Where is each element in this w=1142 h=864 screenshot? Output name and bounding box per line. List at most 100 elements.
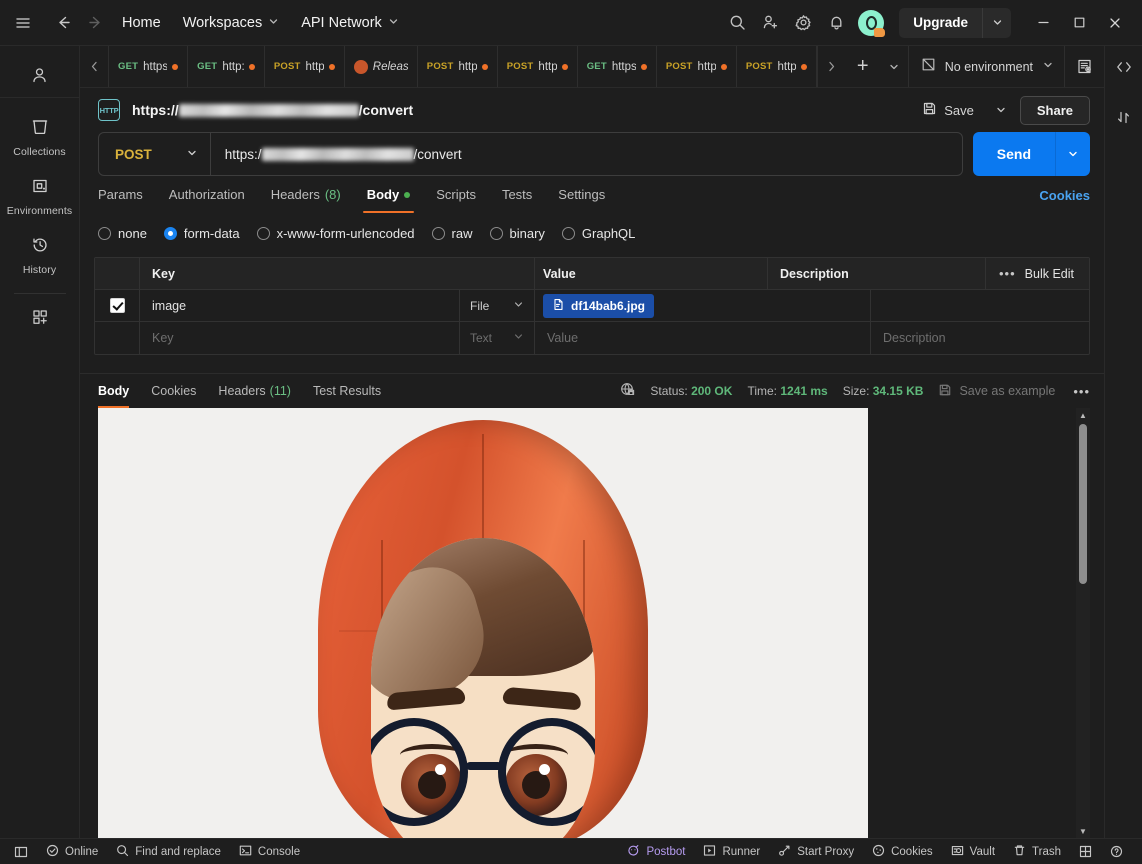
console-button[interactable]: Console (230, 844, 309, 860)
window-maximize-button[interactable] (1062, 7, 1096, 39)
send-button[interactable]: Send (972, 132, 1055, 176)
sidebar-toggle-icon[interactable] (10, 845, 37, 859)
nav-api-network[interactable]: API Network (291, 11, 409, 35)
scrollbar-thumb[interactable] (1079, 424, 1087, 584)
settings-gear-icon[interactable] (788, 8, 818, 38)
tab-params[interactable]: Params (98, 179, 156, 211)
scrollbar-track[interactable] (1076, 422, 1090, 824)
tab-scripts[interactable]: Scripts (423, 179, 489, 211)
request-tab[interactable]: POST http (418, 46, 498, 87)
sidebar-item-environments[interactable]: Environments (0, 167, 79, 226)
request-tab[interactable]: GET http: (188, 46, 265, 87)
scroll-up-arrow-icon[interactable]: ▲ (1079, 408, 1087, 422)
window-close-button[interactable] (1098, 7, 1132, 39)
send-options-caret[interactable] (1056, 132, 1090, 176)
start-proxy-button[interactable]: Start Proxy (769, 844, 863, 860)
response-tab-test-results[interactable]: Test Results (302, 376, 392, 407)
row-value-file[interactable]: df14bab6.jpg (535, 290, 871, 321)
body-type-binary[interactable]: binary (489, 226, 545, 241)
save-as-example-button[interactable]: Save as example (938, 383, 1055, 400)
invite-user-icon[interactable] (755, 8, 785, 38)
body-type-raw[interactable]: raw (431, 226, 473, 241)
save-button[interactable]: Save (914, 96, 982, 124)
request-title[interactable]: https:// /convert (132, 102, 413, 118)
cookies-button[interactable]: Cookies (863, 844, 942, 860)
find-and-replace-button[interactable]: Find and replace (107, 844, 230, 860)
help-icon[interactable] (1101, 845, 1132, 858)
tab-list-dropdown-button[interactable] (880, 61, 908, 73)
row-description-placeholder[interactable]: Description (871, 322, 1089, 354)
response-tab-headers[interactable]: Headers (11) (207, 376, 302, 407)
nav-home[interactable]: Home (112, 11, 171, 35)
tab-authorization[interactable]: Authorization (156, 179, 258, 211)
new-tab-button[interactable]: + (846, 55, 880, 78)
response-more-options-icon[interactable]: ••• (1070, 384, 1090, 399)
response-scrollbar[interactable]: ▲ ▼ (1076, 408, 1090, 838)
tab-body[interactable]: Body (354, 179, 424, 213)
request-tab[interactable]: GET https (109, 46, 189, 87)
sidebar-item-collections[interactable]: Collections (0, 108, 79, 167)
sync-refresh-icon[interactable] (1115, 109, 1132, 131)
body-type-graphql[interactable]: GraphQL (561, 226, 635, 241)
row-key-input[interactable]: image (140, 290, 460, 321)
request-tab[interactable]: POST http (737, 46, 817, 87)
row-type-selector[interactable]: File (460, 290, 535, 321)
layout-grid-icon[interactable] (1070, 845, 1101, 858)
body-type-none[interactable]: none (98, 226, 147, 241)
url-input[interactable]: https:/ /convert (211, 147, 962, 162)
tabs-scroll-right-button[interactable] (818, 60, 846, 73)
tab-headers[interactable]: Headers (8) (258, 179, 354, 211)
window-minimize-button[interactable] (1026, 7, 1060, 39)
sidebar-item-history[interactable]: History (0, 226, 79, 285)
environment-quick-look-button[interactable] (1064, 46, 1104, 87)
request-tab[interactable]: GET https (578, 46, 657, 87)
bulk-edit-label[interactable]: Bulk Edit (1025, 267, 1074, 281)
scroll-down-arrow-icon[interactable]: ▼ (1079, 824, 1087, 838)
notifications-bell-icon[interactable] (821, 8, 851, 38)
nav-workspaces[interactable]: Workspaces (173, 11, 290, 35)
postbot-button[interactable]: Postbot (623, 844, 694, 860)
response-tab-body[interactable]: Body (98, 376, 140, 408)
sidebar-item-add-apps[interactable] (0, 298, 79, 341)
body-type-form-data[interactable]: form-data (163, 226, 240, 241)
request-tab[interactable]: POST http (498, 46, 578, 87)
request-tab[interactable]: POST http (265, 46, 345, 87)
tabs-scroll-left-button[interactable] (80, 46, 108, 87)
response-tab-cookies[interactable]: Cookies (140, 376, 207, 407)
tab-settings[interactable]: Settings (545, 179, 618, 211)
more-options-icon[interactable]: ••• (996, 266, 1016, 281)
row-description-input[interactable] (871, 290, 1089, 321)
rail-user-icon[interactable] (0, 54, 79, 98)
request-tab[interactable]: POST http (657, 46, 737, 87)
row-type-selector-placeholder[interactable]: Text (460, 322, 535, 354)
row-key-placeholder[interactable]: Key (140, 322, 460, 354)
save-options-caret[interactable] (988, 96, 1014, 124)
runner-button[interactable]: Runner (694, 844, 769, 860)
row-enabled-checkbox[interactable] (95, 290, 140, 321)
file-chip[interactable]: df14bab6.jpg (543, 293, 655, 318)
upgrade-dropdown-caret[interactable] (983, 8, 1011, 38)
bulk-edit-control[interactable]: ••• Bulk Edit (986, 258, 1089, 289)
row-value-placeholder[interactable]: Value (535, 322, 871, 354)
upgrade-button[interactable]: Upgrade (899, 8, 982, 38)
account-avatar[interactable] (858, 9, 886, 37)
share-button[interactable]: Share (1019, 95, 1090, 125)
environment-selector[interactable]: No environment (907, 46, 1064, 87)
request-tab-release[interactable]: Releas (345, 46, 418, 87)
trash-button[interactable]: Trash (1004, 844, 1070, 860)
body-type-urlencoded[interactable]: x-www-form-urlencoded (256, 226, 415, 241)
tab-tests[interactable]: Tests (489, 179, 545, 211)
forward-arrow-icon[interactable] (80, 8, 110, 38)
table-row[interactable]: image File df14bab6.jpg (95, 290, 1089, 322)
upgrade-control[interactable]: Upgrade (899, 7, 1011, 38)
row-enabled-checkbox-empty[interactable] (95, 322, 140, 354)
vault-button[interactable]: Vault (942, 844, 1004, 860)
send-control[interactable]: Send (972, 132, 1090, 176)
search-icon[interactable] (722, 8, 752, 38)
hamburger-icon[interactable] (8, 8, 38, 38)
online-status[interactable]: Online (37, 844, 107, 860)
table-row-placeholder[interactable]: Key Text Value Description (95, 322, 1089, 354)
back-arrow-icon[interactable] (48, 8, 78, 38)
http-method-selector[interactable]: POST (99, 133, 211, 175)
code-snippet-icon[interactable] (1115, 58, 1133, 81)
